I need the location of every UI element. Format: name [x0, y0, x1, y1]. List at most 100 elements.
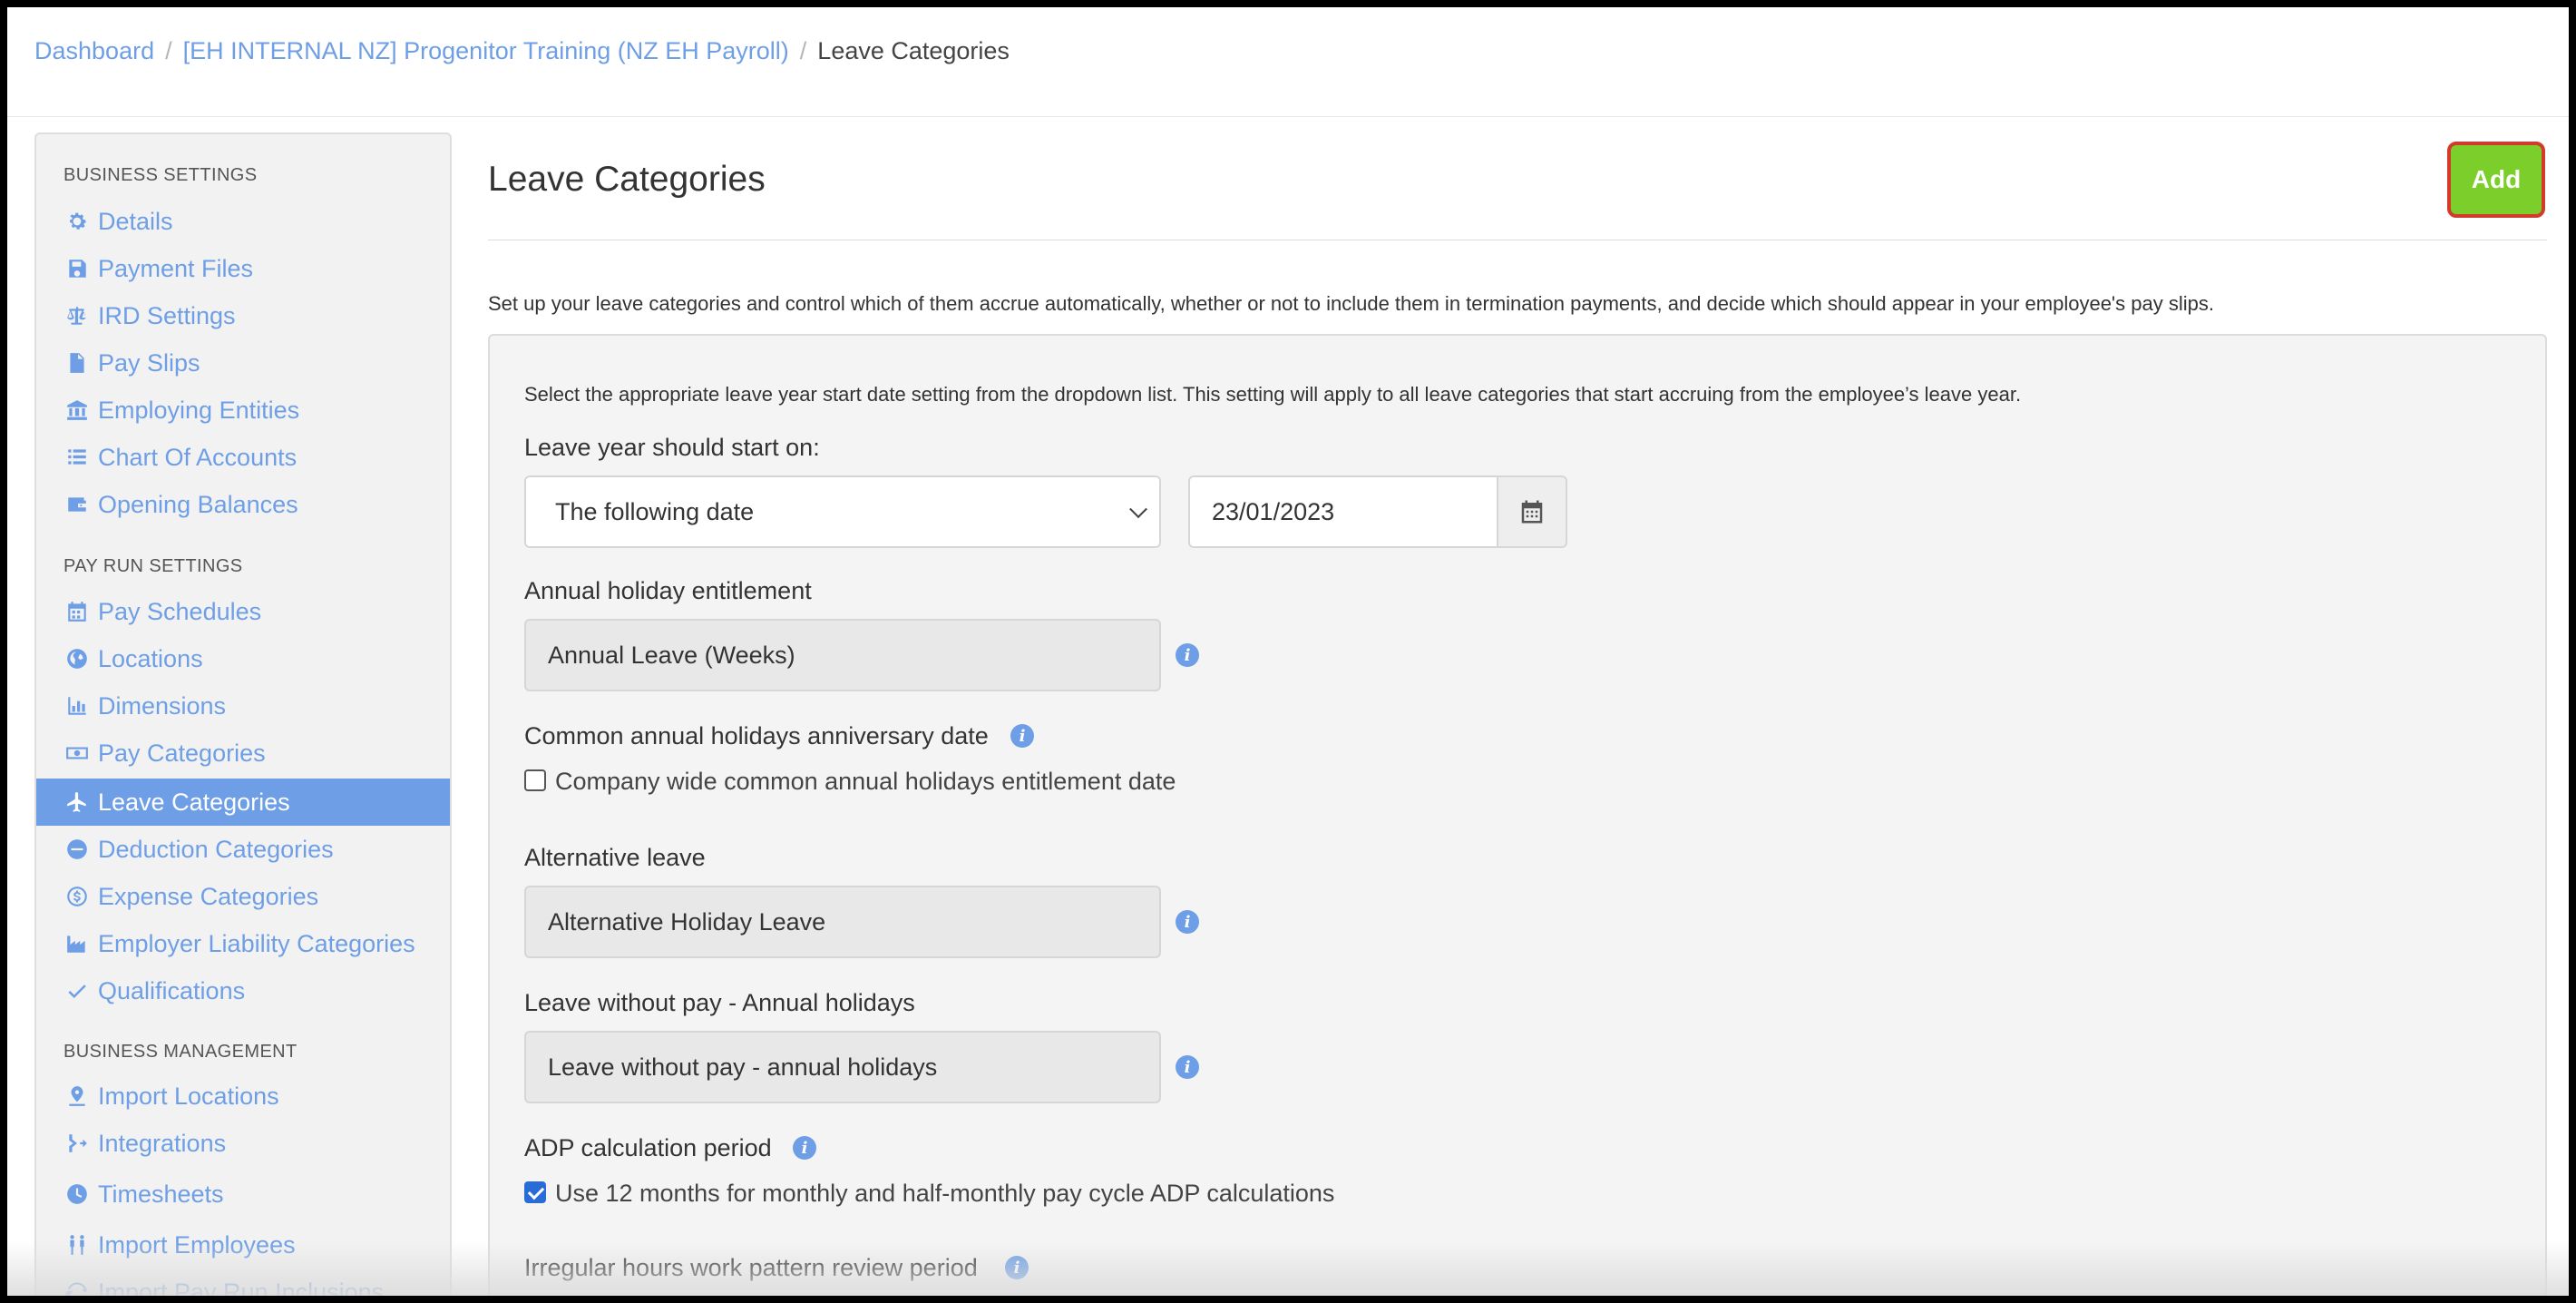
leave-year-date-value: 23/01/2023	[1212, 497, 1335, 525]
lwop-label: Leave without pay - Annual holidays	[524, 989, 915, 1016]
sidebar-item-label: Timesheets	[98, 1180, 224, 1208]
sidebar-item-payment-files[interactable]: Payment Files	[36, 245, 450, 292]
sidebar-item-chart-of-accounts[interactable]: Chart Of Accounts	[36, 434, 450, 481]
sidebar-item-label: IRD Settings	[98, 301, 236, 329]
adp-period-label: ADP calculation period	[524, 1134, 772, 1161]
chevron-down-icon	[1129, 500, 1147, 519]
clock-icon	[63, 1181, 91, 1208]
sidebar-item-label: Locations	[98, 644, 203, 672]
sidebar-item-label: Dimensions	[98, 691, 227, 720]
breadcrumb-separator: /	[165, 36, 172, 64]
add-button[interactable]: Add	[2447, 142, 2545, 218]
sidebar-item-pay-schedules[interactable]: Pay Schedules	[36, 588, 450, 635]
common-anniversary-checkbox[interactable]	[524, 769, 546, 791]
sidebar-item-details[interactable]: Details	[36, 198, 450, 245]
page-title: Leave Categories	[488, 160, 766, 199]
breadcrumb-separator: /	[799, 36, 807, 64]
sidebar-item-label: Pay Categories	[98, 739, 266, 767]
sidebar-item-import-employees[interactable]: Import Employees	[36, 1221, 450, 1269]
users-icon	[63, 1231, 91, 1259]
sidebar-item-opening-balances[interactable]: Opening Balances	[36, 481, 450, 528]
sidebar-item-label: Chart Of Accounts	[98, 443, 298, 471]
date-picker-button[interactable]	[1497, 475, 1567, 548]
dollar-circle-icon	[63, 883, 91, 910]
leave-settings-panel: Select the appropriate leave year start …	[488, 334, 2547, 1296]
annual-holiday-value: Annual Leave (Weeks)	[548, 641, 795, 669]
header-divider	[7, 116, 2569, 117]
sidebar-header-business-management: BUSINESS MANAGEMENT	[63, 1042, 298, 1062]
sidebar-item-label: Opening Balances	[98, 490, 298, 518]
alternative-leave-value: Alternative Holiday Leave	[548, 907, 826, 936]
sidebar-item-label: Employer Liability Categories	[98, 929, 415, 957]
app-window: Dashboard / [EH INTERNAL NZ] Progenitor …	[7, 7, 2569, 1296]
sidebar-item-employer-liability-categories[interactable]: Employer Liability Categories	[36, 920, 450, 967]
sidebar-item-expense-categories[interactable]: Expense Categories	[36, 873, 450, 920]
sidebar-item-label: Details	[98, 207, 173, 235]
common-anniversary-label: Common annual holidays anniversary date	[524, 722, 989, 749]
sidebar-item-employing-entities[interactable]: Employing Entities	[36, 387, 450, 434]
settings-sidebar: BUSINESS SETTINGS Details Payment Files …	[34, 132, 452, 1296]
scales-icon	[63, 302, 91, 329]
sidebar-item-pay-categories[interactable]: Pay Categories	[36, 730, 450, 777]
sidebar-item-deduction-categories[interactable]: Deduction Categories	[36, 826, 450, 873]
sidebar-item-label: Integrations	[98, 1129, 227, 1157]
sidebar-item-locations[interactable]: Locations	[36, 635, 450, 682]
sidebar-item-label: Leave Categories	[98, 788, 290, 816]
floppy-icon	[63, 255, 91, 282]
sidebar-item-label: Import Pay Run Inclusions	[98, 1278, 385, 1297]
breadcrumb: Dashboard / [EH INTERNAL NZ] Progenitor …	[34, 33, 1010, 69]
sidebar-item-ird-settings[interactable]: IRD Settings	[36, 292, 450, 339]
refresh-icon	[63, 1279, 91, 1296]
irregular-hours-label: Irregular hours work pattern review peri…	[524, 1254, 978, 1281]
sidebar-item-pay-slips[interactable]: Pay Slips	[36, 339, 450, 387]
minus-circle-icon	[63, 836, 91, 863]
map-pin-icon	[63, 1083, 91, 1110]
info-icon[interactable]: i	[1176, 1055, 1199, 1079]
alternative-leave-label: Alternative leave	[524, 844, 706, 871]
breadcrumb-current: Leave Categories	[817, 36, 1010, 64]
leave-year-instruction: Select the appropriate leave year start …	[524, 383, 2022, 406]
sidebar-header-business-settings: BUSINESS SETTINGS	[63, 165, 258, 185]
breadcrumb-business[interactable]: [EH INTERNAL NZ] Progenitor Training (NZ…	[183, 37, 789, 65]
sidebar-item-label: Import Locations	[98, 1082, 279, 1110]
sidebar-item-label: Employing Entities	[98, 396, 300, 424]
leave-year-select[interactable]: The following date	[524, 475, 1161, 548]
integration-icon	[63, 1130, 91, 1157]
calendar-icon	[1518, 498, 1546, 525]
info-icon[interactable]: i	[1005, 1256, 1029, 1279]
sidebar-item-import-pay-run-inclusions[interactable]: Import Pay Run Inclusions	[36, 1269, 450, 1296]
leave-year-date-input[interactable]: 23/01/2023	[1188, 475, 1498, 548]
plane-icon	[63, 789, 91, 816]
info-icon[interactable]: i	[1010, 724, 1034, 748]
sidebar-item-leave-categories[interactable]: Leave Categories	[36, 779, 450, 826]
breadcrumb-dashboard[interactable]: Dashboard	[34, 37, 154, 65]
bar-chart-icon	[63, 692, 91, 720]
lwop-field: Leave without pay - annual holidays	[524, 1031, 1161, 1103]
info-icon[interactable]: i	[1176, 910, 1199, 934]
calendar-icon	[63, 598, 91, 625]
intro-text: Set up your leave categories and control…	[488, 292, 2214, 315]
check-icon	[63, 977, 91, 1004]
sidebar-item-import-locations[interactable]: Import Locations	[36, 1073, 450, 1120]
list-icon	[63, 444, 91, 471]
sidebar-item-integrations[interactable]: Integrations	[36, 1120, 450, 1167]
annual-holiday-label: Annual holiday entitlement	[524, 577, 812, 604]
annual-holiday-field: Annual Leave (Weeks)	[524, 619, 1161, 691]
alternative-leave-field: Alternative Holiday Leave	[524, 886, 1161, 958]
sidebar-item-label: Deduction Categories	[98, 835, 334, 863]
sidebar-header-pay-run-settings: PAY RUN SETTINGS	[63, 556, 243, 576]
sidebar-item-label: Payment Files	[98, 254, 254, 282]
info-icon[interactable]: i	[1176, 643, 1199, 667]
wallet-icon	[63, 491, 91, 518]
common-anniversary-checkbox-label: Company wide common annual holidays enti…	[555, 768, 1176, 795]
adp-period-checkbox-label: Use 12 months for monthly and half-month…	[555, 1180, 1335, 1207]
sidebar-item-label: Pay Schedules	[98, 597, 262, 625]
bank-icon	[63, 397, 91, 424]
info-icon[interactable]: i	[793, 1136, 816, 1160]
sidebar-item-qualifications[interactable]: Qualifications	[36, 967, 450, 1014]
sidebar-item-label: Expense Categories	[98, 882, 319, 910]
sidebar-item-dimensions[interactable]: Dimensions	[36, 682, 450, 730]
adp-period-checkbox[interactable]	[524, 1181, 546, 1203]
sidebar-item-timesheets[interactable]: Timesheets	[36, 1171, 450, 1218]
globe-icon	[63, 645, 91, 672]
